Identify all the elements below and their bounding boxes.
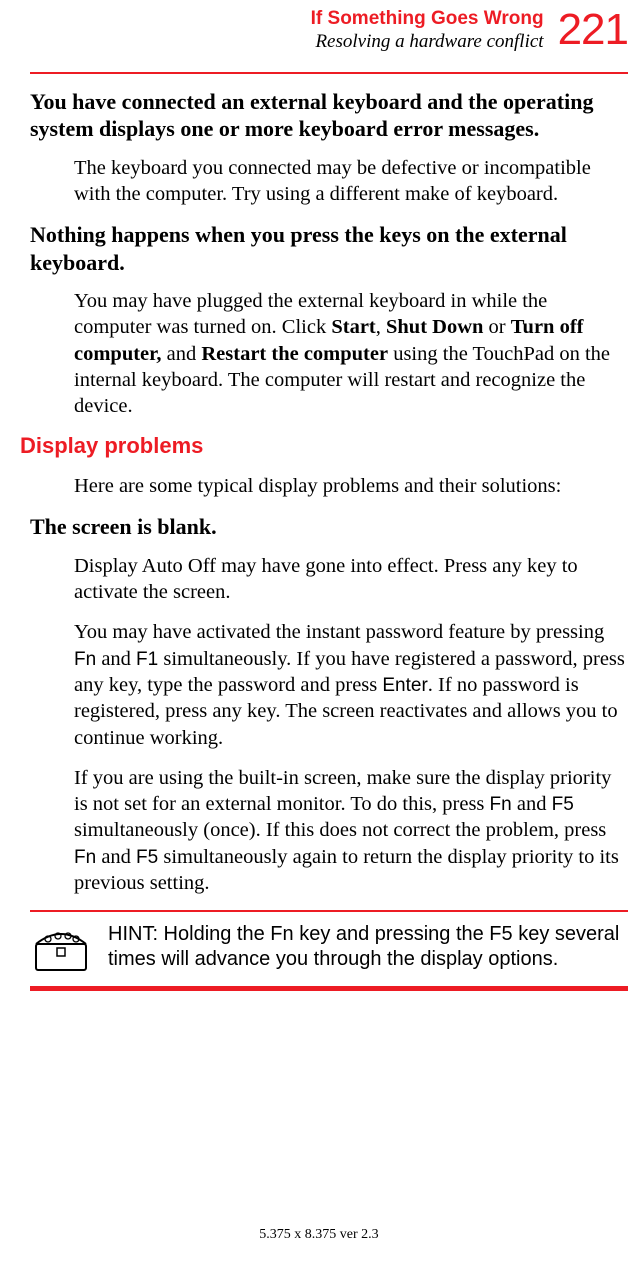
chapter-title: If Something Goes Wrong [311, 8, 544, 30]
problem-heading-3: The screen is blank. [30, 513, 628, 541]
solution-text-5: If you are using the built-in screen, ma… [74, 765, 628, 896]
ui-label-start: Start [331, 316, 375, 338]
text-fragment: You may have activated the instant passw… [74, 621, 604, 643]
text-fragment: or [483, 316, 510, 338]
hint-row: HINT: Holding the Fn key and pressing th… [30, 922, 628, 976]
ui-label-shutdown: Shut Down [386, 316, 483, 338]
hint-divider-top [30, 910, 628, 912]
solution-text-3: Display Auto Off may have gone into effe… [74, 553, 628, 605]
text-fragment: and [512, 793, 552, 815]
key-fn: Fn [74, 847, 96, 868]
text-fragment: and [162, 343, 202, 365]
key-f5: F5 [136, 847, 158, 868]
solution-text-1: The keyboard you connected may be defect… [74, 155, 628, 207]
section-title: Resolving a hardware conflict [311, 30, 544, 54]
text-fragment: and [96, 648, 136, 670]
solution-text-4: You may have activated the instant passw… [74, 619, 628, 750]
section-heading-display: Display problems [20, 433, 628, 459]
section-intro: Here are some typical display problems a… [74, 473, 628, 499]
key-f1: F1 [136, 649, 158, 670]
hint-chest-icon [30, 922, 92, 976]
ui-label-restart: Restart the computer [201, 343, 388, 365]
divider-top [30, 72, 628, 74]
hint-block: HINT: Holding the Fn key and pressing th… [30, 910, 628, 991]
key-fn: Fn [490, 794, 512, 815]
solution-text-2: You may have plugged the external keyboa… [74, 288, 628, 419]
page-footer: 5.375 x 8.375 ver 2.3 [0, 1227, 638, 1243]
text-fragment: simultaneously (once). If this does not … [74, 819, 606, 841]
problem-heading-2: Nothing happens when you press the keys … [30, 221, 628, 276]
page-header: If Something Goes Wrong Resolving a hard… [30, 8, 628, 54]
hint-divider-bottom [30, 986, 628, 991]
page-number: 221 [558, 8, 628, 52]
text-fragment: , [376, 316, 386, 338]
key-fn: Fn [74, 649, 96, 670]
hint-text: HINT: Holding the Fn key and pressing th… [108, 922, 628, 972]
problem-heading-1: You have connected an external keyboard … [30, 88, 628, 143]
key-enter: Enter [382, 675, 427, 696]
key-f5: F5 [552, 794, 574, 815]
header-text: If Something Goes Wrong Resolving a hard… [311, 8, 544, 54]
text-fragment: and [96, 846, 136, 868]
